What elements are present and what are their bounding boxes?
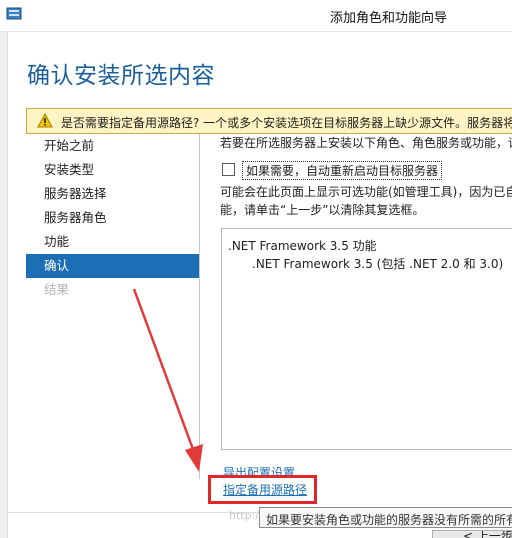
annotation-highlight-box	[208, 475, 317, 504]
title-bar: 添加角色和功能向导	[0, 0, 512, 32]
nav-item-features[interactable]: 功能	[26, 230, 200, 254]
warning-icon	[37, 113, 53, 128]
list-item: .NET Framework 3.5 (包括 .NET 2.0 和 3.0)	[252, 257, 504, 271]
restart-option[interactable]: 如果需要，自动重新启动目标服务器	[220, 160, 512, 180]
warning-text: 是否需要指定备用源路径? 一个或多个安装选项在目标服务器上缺少源文件。服务器将	[61, 116, 512, 130]
tooltip: 如果要安装角色或功能的服务器没有所需的所有	[259, 507, 512, 528]
nav-item-confirmation[interactable]: 确认	[26, 254, 200, 278]
list-item: .NET Framework 3.5 功能	[228, 239, 377, 253]
tooltip-text: 如果要安装角色或功能的服务器没有所需的所有	[266, 513, 512, 527]
window-title: 添加角色和功能向导	[330, 11, 448, 26]
server-manager-icon	[6, 7, 22, 20]
nav-item-before-you-begin[interactable]: 开始之前	[26, 134, 200, 158]
restart-checkbox[interactable]	[222, 163, 235, 176]
optional-note-line-1: 可能会在此页面上显示可选功能(如管理工具)，因为已自	[220, 185, 512, 199]
nav-item-installation-type[interactable]: 安装类型	[26, 158, 200, 182]
nav-item-server-roles[interactable]: 服务器角色	[26, 206, 200, 230]
selected-features-list[interactable]: .NET Framework 3.5 功能 .NET Framework 3.5…	[221, 228, 512, 450]
optional-features-note: 可能会在此页面上显示可选功能(如管理工具)，因为已自 能，请单击“上一步”以清除…	[220, 183, 512, 219]
page-title: 确认安装所选内容	[27, 63, 215, 89]
restart-checkbox-label[interactable]: 如果需要，自动重新启动目标服务器	[242, 161, 443, 180]
previous-button[interactable]: < 上一步(P)	[432, 530, 512, 538]
window-left-frame	[0, 32, 8, 538]
nav-item-server-selection[interactable]: 服务器选择	[26, 182, 200, 206]
optional-note-line-2: 能，请单击“上一步”以清除其复选框。	[220, 203, 425, 217]
nav-item-results: 结果	[44, 282, 70, 297]
warning-banner: 是否需要指定备用源路径? 一个或多个安装选项在目标服务器上缺少源文件。服务器将	[26, 108, 512, 134]
confirm-description: 若要在所选服务器上安装以下角色、角色服务或功能，请	[220, 136, 512, 150]
wizard-nav: 开始之前 安装类型 服务器选择 服务器角色 功能 确认 结果	[26, 134, 200, 302]
nav-divider	[199, 134, 200, 479]
